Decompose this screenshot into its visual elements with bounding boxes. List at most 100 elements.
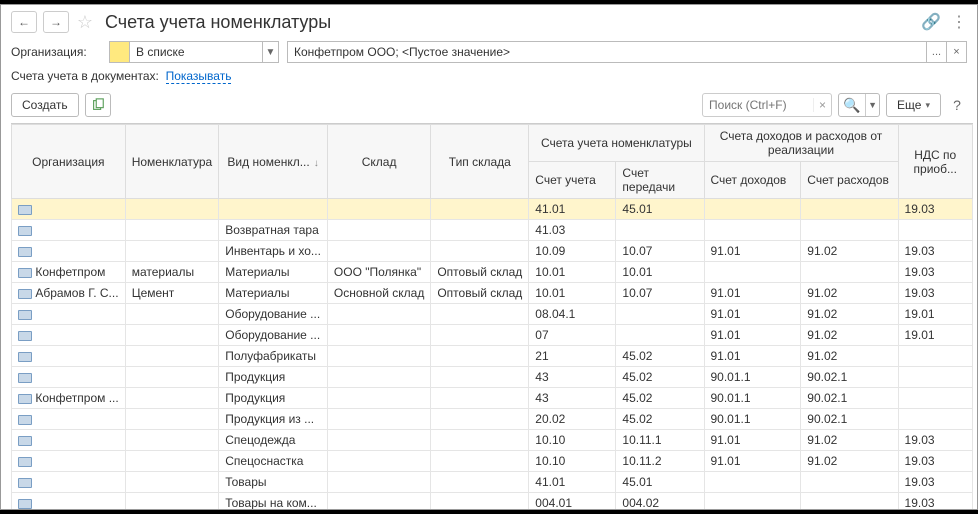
table-cell: 91.02 — [801, 304, 898, 325]
table-cell: 07 — [529, 325, 616, 346]
help-button[interactable]: ? — [947, 97, 967, 113]
table-row[interactable]: КонфетпромматериалыМатериалыООО "Полянка… — [12, 262, 973, 283]
table-cell — [801, 472, 898, 493]
kebab-menu-icon[interactable]: ⋮ — [951, 12, 967, 32]
table-cell: ООО "Полянка" — [327, 262, 430, 283]
col-nomenclature[interactable]: Номенклатура — [125, 125, 219, 199]
table-row[interactable]: Продукция4345.0290.01.190.02.1 — [12, 367, 973, 388]
filter-mode-dropdown-icon[interactable]: ▼ — [262, 42, 278, 62]
record-icon — [18, 247, 32, 257]
table-cell — [327, 220, 430, 241]
record-icon — [18, 352, 32, 362]
table-cell — [219, 199, 328, 220]
table-row[interactable]: Конфетпром ...Продукция4345.0290.01.190.… — [12, 388, 973, 409]
table-cell: 90.01.1 — [704, 367, 801, 388]
favorite-star-icon[interactable]: ☆ — [75, 12, 95, 32]
table-cell: 90.02.1 — [801, 388, 898, 409]
record-icon — [18, 415, 32, 425]
table-cell: 10.11.2 — [616, 451, 704, 472]
table-cell — [125, 304, 219, 325]
table-row[interactable]: Оборудование ...08.04.191.0191.0219.01 — [12, 304, 973, 325]
table-cell: 91.02 — [801, 430, 898, 451]
table-cell — [12, 430, 126, 451]
table-cell: Материалы — [219, 283, 328, 304]
col-group-accounts[interactable]: Счета учета номенклатуры — [529, 125, 704, 162]
nav-back-button[interactable]: ← — [11, 11, 37, 33]
table-cell: 10.01 — [529, 283, 616, 304]
table-cell: 45.02 — [616, 409, 704, 430]
search-clear-button[interactable]: × — [813, 98, 831, 112]
search-field[interactable]: × — [702, 93, 832, 117]
record-icon — [18, 310, 32, 320]
table-cell: материалы — [125, 262, 219, 283]
filter-mode-select[interactable]: В списке ▼ — [109, 41, 279, 63]
table-row[interactable]: 41.0145.0119.03 — [12, 199, 973, 220]
table-cell: 90.02.1 — [801, 367, 898, 388]
table-cell: 10.10 — [529, 430, 616, 451]
table-cell — [125, 220, 219, 241]
table-cell: 19.03 — [898, 451, 972, 472]
table-row[interactable]: Спецодежда10.1010.11.191.0191.0219.03 — [12, 430, 973, 451]
accounts-in-docs-row: Счета учета в документах: Показывать — [1, 69, 977, 93]
col-warehouse[interactable]: Склад — [327, 125, 430, 199]
col-group-income-expense[interactable]: Счета доходов и расходов от реализации — [704, 125, 898, 162]
table-cell: 45.02 — [616, 388, 704, 409]
table-row[interactable]: Инвентарь и хо...10.0910.0791.0191.0219.… — [12, 241, 973, 262]
table-cell: Конфетпром ... — [12, 388, 126, 409]
search-input[interactable] — [703, 98, 813, 112]
table-cell — [125, 430, 219, 451]
table-row[interactable]: Товары на ком...004.01004.0219.03 — [12, 493, 973, 510]
table-cell: 91.02 — [801, 283, 898, 304]
filter-value-clear-button[interactable]: × — [946, 42, 966, 62]
show-accounts-link[interactable]: Показывать — [166, 69, 232, 84]
table-cell — [898, 388, 972, 409]
record-icon — [18, 478, 32, 488]
table-cell — [704, 472, 801, 493]
nav-forward-button[interactable]: → — [43, 11, 69, 33]
col-expense-account[interactable]: Счет расходов — [801, 162, 898, 199]
table-cell: 91.01 — [704, 451, 801, 472]
table-cell: 08.04.1 — [529, 304, 616, 325]
table-cell — [704, 199, 801, 220]
table-cell: 10.10 — [529, 451, 616, 472]
table-row[interactable]: Оборудование ...0791.0191.0219.01 — [12, 325, 973, 346]
col-income-account[interactable]: Счет доходов — [704, 162, 801, 199]
table-cell: Цемент — [125, 283, 219, 304]
table-cell: 45.01 — [616, 199, 704, 220]
link-icon[interactable]: 🔗 — [921, 12, 941, 32]
col-organization[interactable]: Организация — [12, 125, 126, 199]
col-warehouse-type[interactable]: Тип склада — [431, 125, 529, 199]
col-transfer-account[interactable]: Счет передачи — [616, 162, 704, 199]
table-cell — [431, 409, 529, 430]
copy-button[interactable] — [85, 93, 111, 117]
col-account[interactable]: Счет учета — [529, 162, 616, 199]
table-cell — [125, 241, 219, 262]
table-cell: 91.01 — [704, 283, 801, 304]
create-button[interactable]: Создать — [11, 93, 79, 117]
search-dropdown-icon[interactable]: ▼ — [865, 94, 879, 116]
table-cell — [327, 493, 430, 510]
filter-value-choose-button[interactable]: ... — [926, 42, 946, 62]
table-cell — [327, 241, 430, 262]
more-button[interactable]: Еще ▾ — [886, 93, 941, 117]
table-cell: Спецодежда — [219, 430, 328, 451]
table-row[interactable]: Возвратная тара41.03 — [12, 220, 973, 241]
table-row[interactable]: Полуфабрикаты2145.0291.0191.02 — [12, 346, 973, 367]
table-row[interactable]: Абрамов Г. С...ЦементМатериалыОсновной с… — [12, 283, 973, 304]
table-cell — [704, 262, 801, 283]
col-nomenclature-type[interactable]: Вид номенкл...↓ — [219, 125, 328, 199]
table-cell: 10.01 — [529, 262, 616, 283]
table-row[interactable]: Спецоснастка10.1010.11.291.0191.0219.03 — [12, 451, 973, 472]
record-icon — [18, 373, 32, 383]
col-vat[interactable]: НДС по приоб... — [898, 125, 972, 199]
search-button[interactable]: 🔍 ▼ — [838, 93, 880, 117]
more-button-label: Еще — [897, 98, 921, 112]
table-row[interactable]: Товары41.0145.0119.03 — [12, 472, 973, 493]
table-cell — [12, 241, 126, 262]
table-cell: 20.02 — [529, 409, 616, 430]
filter-value-field[interactable]: Конфетпром ООО; <Пустое значение> ... × — [287, 41, 967, 63]
table-cell — [327, 199, 430, 220]
copy-icon — [91, 98, 105, 112]
table-cell: 91.02 — [801, 346, 898, 367]
table-row[interactable]: Продукция из ...20.0245.0290.01.190.02.1 — [12, 409, 973, 430]
